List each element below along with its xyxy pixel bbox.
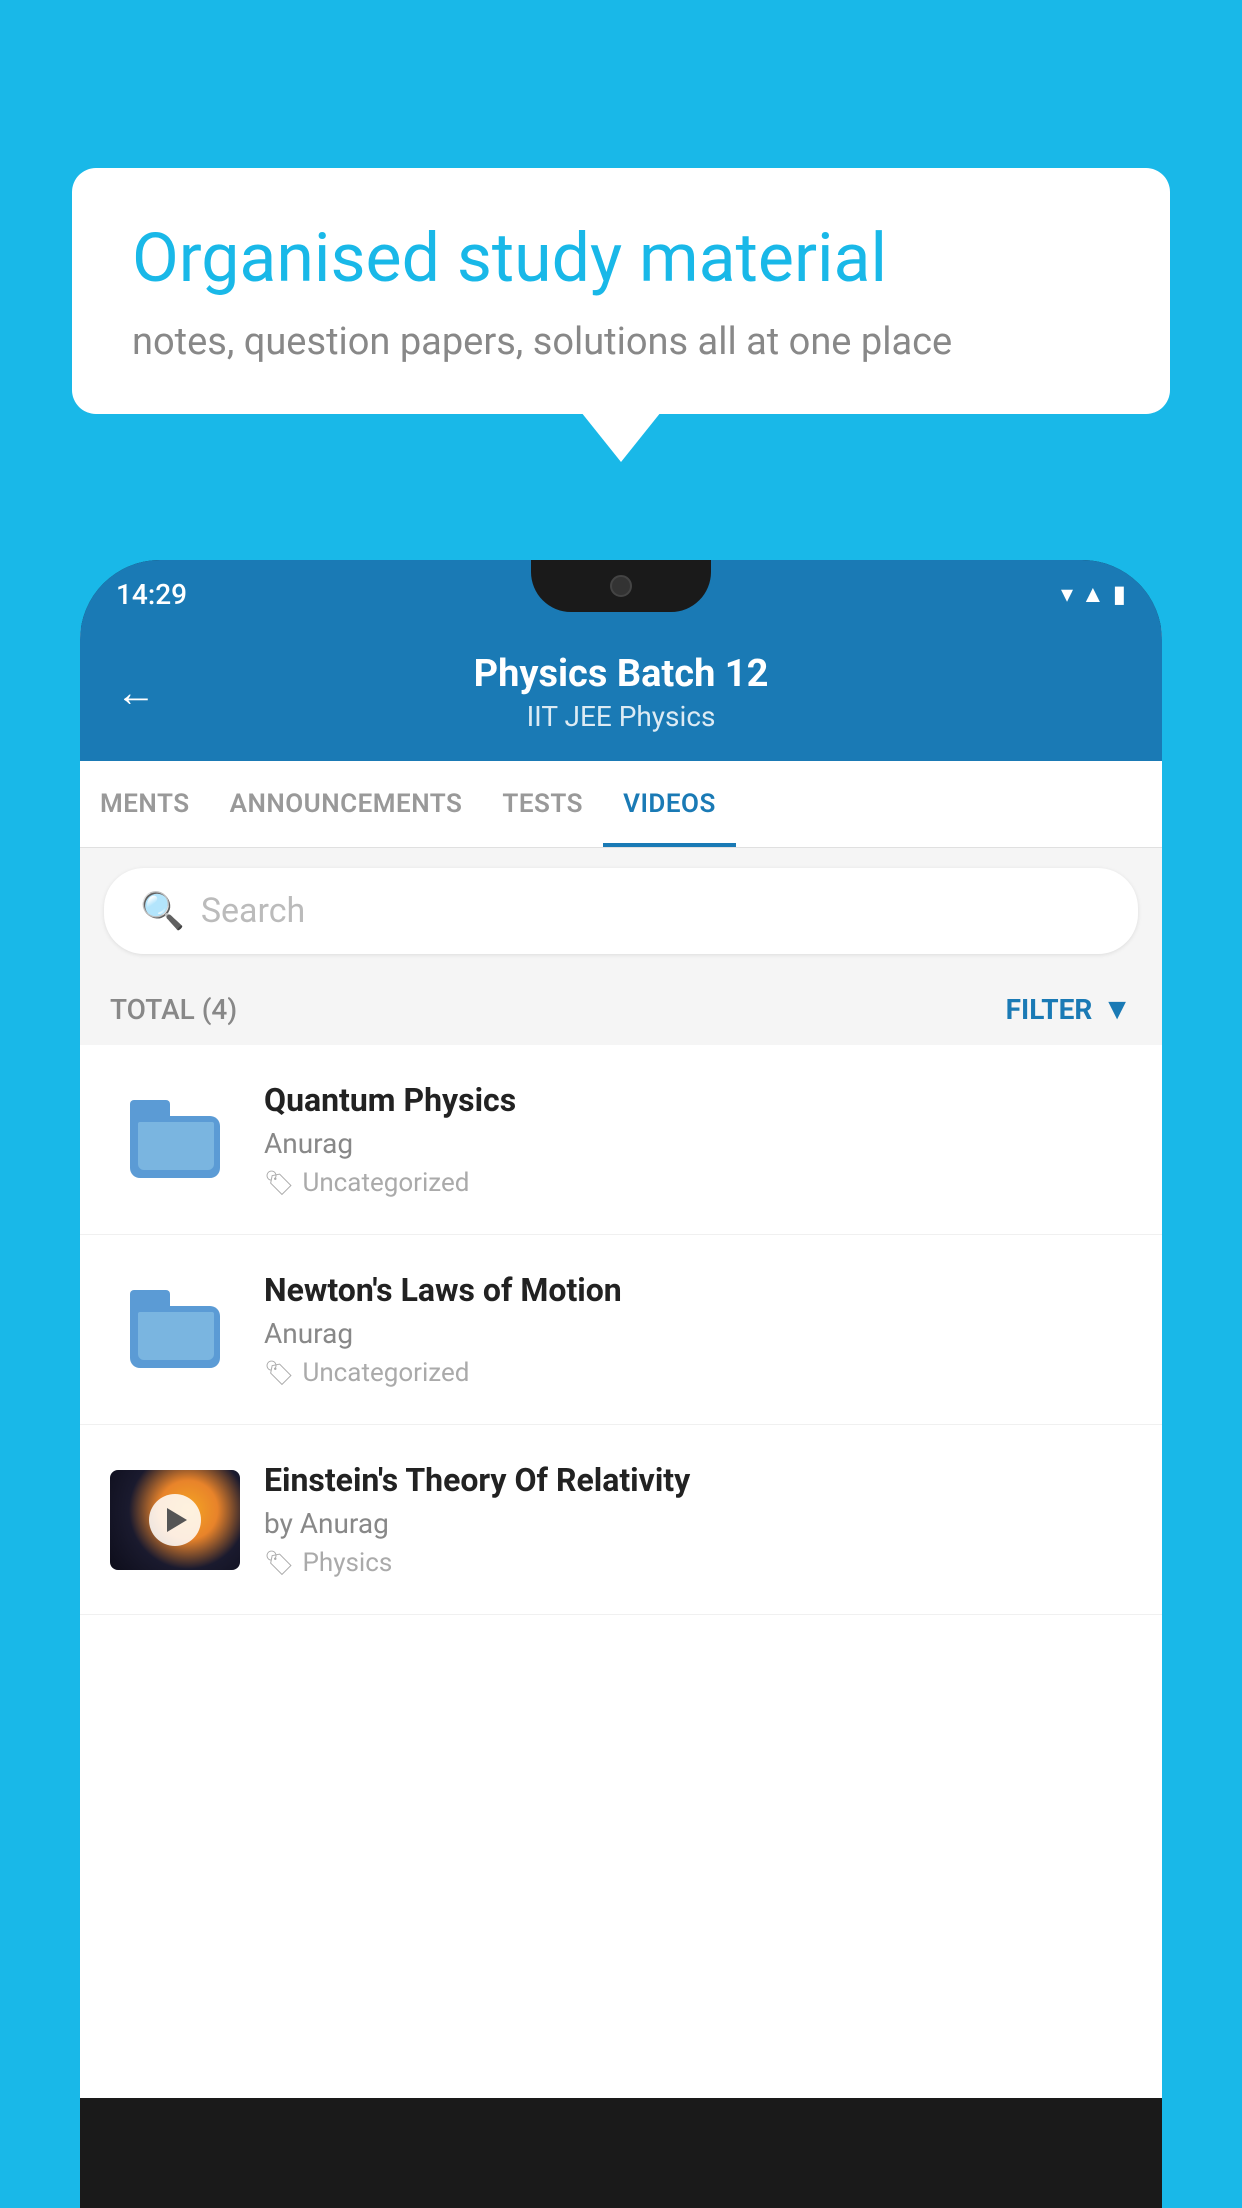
status-bar: 14:29 ▾ ▲ ▮ <box>80 560 1162 628</box>
video-tag: 🏷 Uncategorized <box>264 1358 1132 1388</box>
camera <box>610 575 632 597</box>
app-header: ← Physics Batch 12 IIT JEE Physics <box>80 628 1162 761</box>
filter-bar: TOTAL (4) FILTER ▼ <box>80 974 1162 1045</box>
folder-icon <box>130 1102 220 1178</box>
filter-label: FILTER <box>1006 993 1093 1026</box>
list-item[interactable]: Quantum Physics Anurag 🏷 Uncategorized <box>80 1045 1162 1235</box>
bubble-title: Organised study material <box>132 218 1110 300</box>
bubble-subtitle: notes, question papers, solutions all at… <box>132 320 1110 364</box>
status-time: 14:29 <box>116 578 187 611</box>
filter-icon: ▼ <box>1102 992 1132 1027</box>
video-list: Quantum Physics Anurag 🏷 Uncategorized <box>80 1045 1162 1615</box>
phone-screen: ← Physics Batch 12 IIT JEE Physics MENTS… <box>80 628 1162 2098</box>
folder-icon-container <box>110 1292 240 1368</box>
video-thumbnail <box>110 1470 240 1570</box>
speech-bubble: Organised study material notes, question… <box>72 168 1170 414</box>
tag-icon: 🏷 <box>264 1359 294 1387</box>
list-item[interactable]: Newton's Laws of Motion Anurag 🏷 Uncateg… <box>80 1235 1162 1425</box>
video-info: Quantum Physics Anurag 🏷 Uncategorized <box>264 1081 1132 1198</box>
search-placeholder-text: Search <box>201 891 305 931</box>
folder-icon-container <box>110 1102 240 1178</box>
tab-tests[interactable]: TESTS <box>482 761 603 847</box>
play-button[interactable] <box>149 1494 201 1546</box>
total-count: TOTAL (4) <box>110 993 237 1026</box>
search-input[interactable]: 🔍 Search <box>104 868 1138 954</box>
video-title: Einstein's Theory Of Relativity <box>264 1461 1132 1499</box>
folder-front <box>136 1310 216 1362</box>
video-author: by Anurag <box>264 1507 1132 1540</box>
list-item[interactable]: Einstein's Theory Of Relativity by Anura… <box>80 1425 1162 1615</box>
tab-videos[interactable]: VIDEOS <box>603 761 736 847</box>
search-bar-container: 🔍 Search <box>80 848 1162 974</box>
header-text: Physics Batch 12 IIT JEE Physics <box>180 652 1062 733</box>
phone-notch <box>531 560 711 612</box>
video-title: Newton's Laws of Motion <box>264 1271 1132 1309</box>
battery-icon: ▮ <box>1113 580 1126 608</box>
video-tag: 🏷 Physics <box>264 1548 1132 1578</box>
tab-ments[interactable]: MENTS <box>80 761 210 847</box>
video-tag: 🏷 Uncategorized <box>264 1168 1132 1198</box>
tag-label: Physics <box>302 1548 392 1578</box>
tag-label: Uncategorized <box>302 1358 469 1388</box>
play-triangle-icon <box>167 1508 187 1532</box>
phone-frame: 14:29 ▾ ▲ ▮ ← Physics Batch 12 IIT JEE P… <box>80 560 1162 2208</box>
video-info: Einstein's Theory Of Relativity by Anura… <box>264 1461 1132 1578</box>
search-icon: 🔍 <box>140 890 185 932</box>
wifi-icon: ▾ <box>1061 580 1073 608</box>
folder-front <box>136 1120 216 1172</box>
tab-announcements[interactable]: ANNOUNCEMENTS <box>210 761 483 847</box>
tag-icon: 🏷 <box>264 1169 294 1197</box>
signal-icon: ▲ <box>1081 580 1105 609</box>
tabs-bar: MENTS ANNOUNCEMENTS TESTS VIDEOS <box>80 761 1162 848</box>
status-icons: ▾ ▲ ▮ <box>1061 580 1126 609</box>
video-author: Anurag <box>264 1127 1132 1160</box>
header-title: Physics Batch 12 <box>180 652 1062 696</box>
header-subtitle: IIT JEE Physics <box>180 700 1062 733</box>
tag-icon: 🏷 <box>264 1549 294 1577</box>
folder-icon <box>130 1292 220 1368</box>
tag-label: Uncategorized <box>302 1168 469 1198</box>
back-button[interactable]: ← <box>116 669 156 716</box>
video-title: Quantum Physics <box>264 1081 1132 1119</box>
video-info: Newton's Laws of Motion Anurag 🏷 Uncateg… <box>264 1271 1132 1388</box>
filter-button[interactable]: FILTER ▼ <box>1006 992 1132 1027</box>
video-author: Anurag <box>264 1317 1132 1350</box>
